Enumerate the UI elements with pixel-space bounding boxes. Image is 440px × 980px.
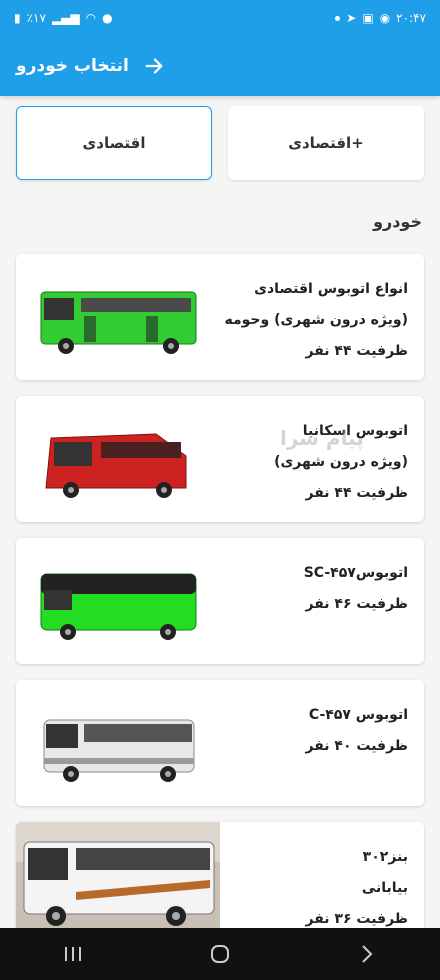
bus-image [40,291,197,354]
status-bar: ▮ ٪۱۷ ▂▄▆ ◠ ● ➤ ▣ ◉ ۲۰:۴۷ [0,0,440,36]
telegram-icon: ➤ [346,11,357,25]
page-title: انتخاب خودرو [16,56,129,76]
bus-image [45,433,187,498]
vehicle-capacity: ظرفیت ۴۰ نفر [305,738,409,754]
vehicle-type-tabs: اقتصادی اقتصادی+ [16,106,424,180]
wifi-icon: ◠ [85,11,97,25]
gallery-icon: ▣ [362,11,374,25]
status-left: ▮ ٪۱۷ ▂▄▆ ◠ ● [14,11,113,25]
signal-icon: ▂▄▆ [51,11,80,25]
vehicle-name: اتوبوسSC-۴۵۷ [303,565,408,581]
tab-economy[interactable]: اقتصادی [16,106,212,180]
battery-icon: ▮ [14,11,21,25]
system-nav-bar [0,928,440,980]
back-icon [361,945,373,963]
bus-image [43,719,195,782]
section-title: خودرو [373,212,422,231]
battery-percent: ٪۱۷ [26,11,46,25]
vehicle-subtitle: (ویژه درون شهری) [274,454,408,470]
back-arrow-icon[interactable] [143,55,165,77]
notification-dot-icon [335,15,341,21]
vehicle-name: اتوبوس اسکانیا [302,423,408,439]
vehicle-card[interactable]: اتوبوسSC-۴۵۷ ظرفیت ۴۶ نفر [16,538,424,664]
recents-button[interactable] [53,934,93,974]
vehicle-name: انواع اتوبوس اقتصادی [254,281,408,297]
vehicle-subtitle: (ویژه درون شهری) وحومه [224,312,408,328]
recents-icon [65,947,82,961]
home-icon [210,945,229,963]
vehicle-subtitle: بیابانی [361,880,408,896]
status-right: ➤ ▣ ◉ ۲۰:۴۷ [335,11,426,25]
vehicle-card[interactable]: انواع اتوبوس اقتصادی (ویژه درون شهری) وح… [16,254,424,380]
tab-economy-plus[interactable]: اقتصادی+ [228,106,424,180]
vehicle-capacity: ظرفیت ۴۴ نفر [305,343,409,359]
vehicle-capacity: ظرفیت ۴۴ نفر [305,485,409,501]
location-icon: ● [102,11,113,25]
app-bar: انتخاب خودرو [0,36,440,96]
vehicle-card[interactable]: اتوبوس اسکانیا (ویژه درون شهری) ظرفیت ۴۴… [16,396,424,522]
vehicle-name: اتوبوس C-۴۵۷ [308,707,408,723]
vehicle-name: بنز۳۰۲ [362,849,408,865]
status-time: ۲۰:۴۷ [396,11,426,25]
vehicle-card[interactable]: اتوبوس C-۴۵۷ ظرفیت ۴۰ نفر [16,680,424,806]
home-button[interactable] [200,934,240,974]
back-button[interactable] [347,934,387,974]
whatsapp-icon: ◉ [379,11,391,25]
bus-image [40,573,197,640]
vehicle-capacity: ظرفیت ۴۶ نفر [305,596,409,612]
